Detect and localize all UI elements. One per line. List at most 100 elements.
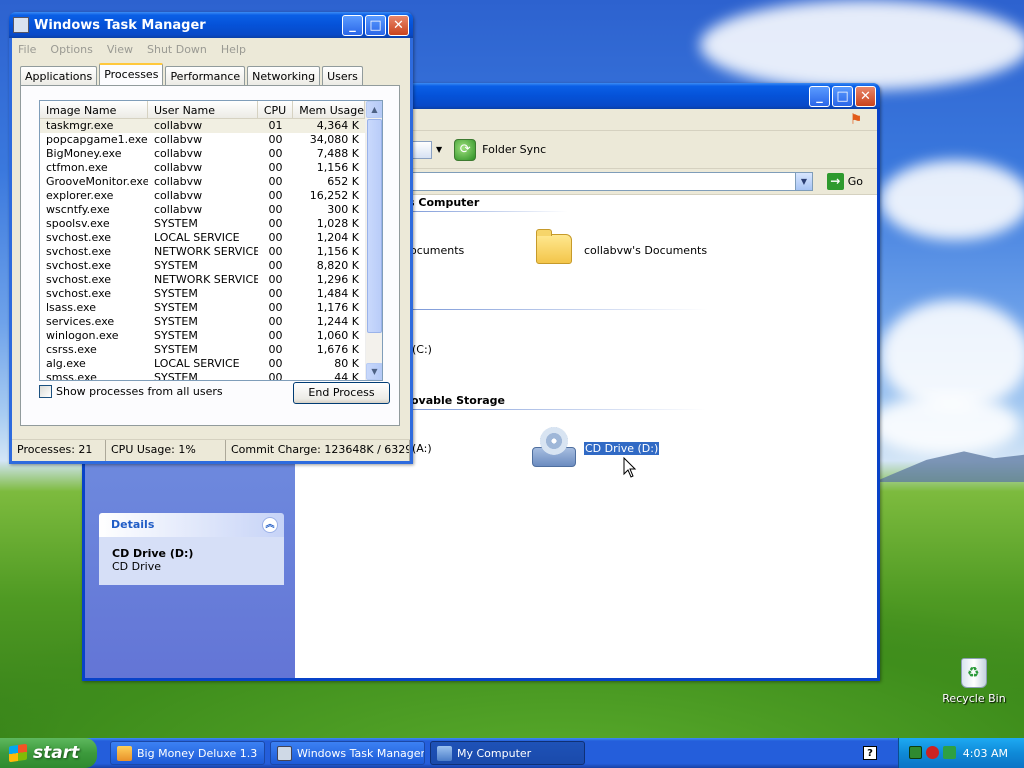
process-mem-usage: 300 K [327, 203, 359, 216]
column-image-name[interactable]: Image Name [40, 101, 148, 119]
process-row[interactable]: csrss.exe SYSTEM 00 1,676 K [40, 343, 382, 357]
end-process-button[interactable]: End Process [293, 382, 390, 404]
start-button[interactable]: start [0, 738, 97, 768]
column-user-name[interactable]: User Name [148, 101, 258, 119]
tab-users[interactable]: Users [322, 66, 363, 85]
task-manager-titlebar[interactable]: Windows Task Manager _ □ ✕ [9, 12, 413, 38]
process-image-name: alg.exe [46, 357, 86, 370]
taskbar-item-big-money[interactable]: Big Money Deluxe 1.3 [110, 741, 265, 765]
cd-drive-icon[interactable] [532, 425, 578, 469]
process-list[interactable]: Image Name User Name CPU Mem Usage taskm… [39, 100, 383, 381]
process-row[interactable]: taskmgr.exe collabvw 01 4,364 K [40, 119, 382, 133]
tab-networking[interactable]: Networking [247, 66, 321, 85]
process-user-name: SYSTEM [154, 301, 198, 314]
mouse-cursor-icon [623, 457, 637, 478]
task-manager-icon [13, 17, 29, 33]
user-documents-label[interactable]: collabvw's Documents [584, 244, 707, 257]
scroll-down-icon[interactable]: ▼ [366, 363, 382, 380]
process-row[interactable]: BigMoney.exe collabvw 00 7,488 K [40, 147, 382, 161]
process-row[interactable]: smss.exe SYSTEM 00 44 K [40, 371, 382, 380]
process-row[interactable]: GrooveMonitor.exe collabvw 00 652 K [40, 175, 382, 189]
address-input[interactable]: ▼ [395, 172, 813, 191]
minimize-button[interactable]: _ [809, 85, 830, 107]
tab-performance[interactable]: Performance [165, 66, 246, 85]
process-image-name: BigMoney.exe [46, 147, 122, 160]
recycle-bin-desktop-icon[interactable]: Recycle Bin [934, 658, 1014, 705]
system-tray: 4:03 AM [898, 738, 1024, 768]
big-money-icon [117, 746, 132, 761]
maximize-button[interactable]: □ [832, 85, 853, 107]
menu-shut-down[interactable]: Shut Down [147, 43, 207, 56]
process-mem-usage: 1,156 K [316, 161, 359, 174]
process-row[interactable]: svchost.exe SYSTEM 00 8,820 K [40, 259, 382, 273]
collapse-chevron-icon[interactable]: ︽ [262, 517, 278, 533]
folder-sync-icon[interactable]: ⟳ [454, 138, 477, 161]
go-button[interactable]: → Go [826, 173, 863, 190]
menu-help[interactable]: Help [221, 43, 246, 56]
minimize-button[interactable]: _ [342, 14, 363, 36]
process-row[interactable]: popcapgame1.exe collabvw 00 34,080 K [40, 133, 382, 147]
process-user-name: collabvw [154, 133, 203, 146]
folder-icon[interactable] [536, 229, 572, 264]
show-all-users-checkbox-row[interactable]: Show processes from all users [39, 385, 223, 398]
column-cpu[interactable]: CPU [258, 101, 293, 119]
cd-drive-label[interactable]: CD Drive (D:) [582, 441, 661, 456]
process-row[interactable]: svchost.exe NETWORK SERVICE 00 1,156 K [40, 245, 382, 259]
process-user-name: SYSTEM [154, 287, 198, 300]
process-cpu: 00 [268, 287, 283, 300]
show-all-users-checkbox[interactable] [39, 385, 52, 398]
process-row[interactable]: explorer.exe collabvw 00 16,252 K [40, 189, 382, 203]
local-disk-label[interactable]: (C:) [412, 343, 432, 356]
details-item-name: CD Drive (D:) [112, 547, 194, 560]
maximize-button[interactable]: □ [365, 14, 386, 36]
process-row[interactable]: services.exe SYSTEM 00 1,244 K [40, 315, 382, 329]
taskbar-item-my-computer[interactable]: My Computer [430, 741, 585, 765]
details-header[interactable]: Details ︽ [99, 513, 284, 537]
close-button[interactable]: ✕ [388, 14, 409, 36]
views-dropdown-icon[interactable]: ▼ [436, 145, 442, 154]
process-row[interactable]: spoolsv.exe SYSTEM 00 1,028 K [40, 217, 382, 231]
process-mem-usage: 16,252 K [309, 189, 359, 202]
views-icon[interactable] [410, 140, 432, 159]
menu-view[interactable]: View [107, 43, 133, 56]
shared-documents-label[interactable]: ocuments [410, 244, 464, 257]
address-dropdown-icon[interactable]: ▼ [795, 173, 812, 190]
process-rows: taskmgr.exe collabvw 01 4,364 Kpopcapgame1.… [40, 119, 382, 380]
process-mem-usage: 1,204 K [316, 231, 359, 244]
process-image-name: svchost.exe [46, 287, 112, 300]
process-mem-usage: 1,028 K [316, 217, 359, 230]
security-shield-icon[interactable] [926, 746, 939, 759]
process-row[interactable]: svchost.exe NETWORK SERVICE 00 1,296 K [40, 273, 382, 287]
column-mem-usage[interactable]: Mem Usage [293, 101, 365, 119]
process-row[interactable]: lsass.exe SYSTEM 00 1,176 K [40, 301, 382, 315]
process-row[interactable]: alg.exe LOCAL SERVICE 00 80 K [40, 357, 382, 371]
process-cpu: 00 [268, 133, 283, 146]
tray-monitor-icon[interactable] [909, 746, 922, 759]
folder-sync-button[interactable]: Folder Sync [482, 143, 546, 156]
vertical-scrollbar[interactable]: ▲ ▼ [365, 101, 382, 380]
taskbar-item-task-manager[interactable]: Windows Task Manager [270, 741, 425, 765]
tab-applications[interactable]: Applications [20, 66, 98, 85]
help-icon[interactable]: ? [863, 746, 877, 760]
details-title: Details [111, 518, 155, 531]
process-cpu: 00 [268, 343, 283, 356]
scroll-thumb[interactable] [367, 119, 382, 333]
close-button[interactable]: ✕ [855, 85, 876, 107]
menu-file[interactable]: File [18, 43, 36, 56]
process-row[interactable]: svchost.exe LOCAL SERVICE 00 1,204 K [40, 231, 382, 245]
menu-options[interactable]: Options [50, 43, 92, 56]
floppy-drive-label[interactable]: (A:) [412, 442, 432, 455]
process-user-name: collabvw [154, 147, 203, 160]
cloud [880, 300, 1024, 410]
process-image-name: ctfmon.exe [46, 161, 108, 174]
process-cpu: 00 [268, 203, 283, 216]
process-row[interactable]: wscntfy.exe collabvw 00 300 K [40, 203, 382, 217]
process-row[interactable]: svchost.exe SYSTEM 00 1,484 K [40, 287, 382, 301]
process-row[interactable]: winlogon.exe SYSTEM 00 1,060 K [40, 329, 382, 343]
process-row[interactable]: ctfmon.exe collabvw 00 1,156 K [40, 161, 382, 175]
task-manager-icon [277, 746, 292, 761]
tab-processes[interactable]: Processes [99, 63, 164, 85]
process-image-name: svchost.exe [46, 231, 112, 244]
scroll-up-icon[interactable]: ▲ [366, 101, 382, 118]
network-icon[interactable] [943, 746, 956, 759]
